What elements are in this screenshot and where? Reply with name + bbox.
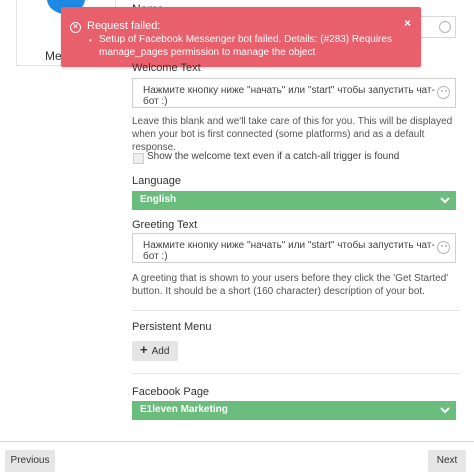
previous-button[interactable]: Previous: [5, 450, 55, 472]
greeting-text-value: Нажмите кнопку ниже "начать" или "start"…: [143, 240, 435, 262]
emoji-icon[interactable]: [437, 86, 450, 99]
chevron-down-icon: [440, 407, 450, 414]
catch-all-checkbox-label: Show the welcome text even if a catch-al…: [147, 151, 400, 162]
close-icon[interactable]: ×: [404, 16, 411, 30]
language-label: Language: [132, 175, 181, 187]
greeting-text-label: Greeting Text: [132, 219, 198, 231]
chevron-down-icon: [440, 197, 450, 204]
facebook-page-select[interactable]: E1leven Marketing: [132, 401, 456, 420]
greeting-text-help: A greeting that is shown to your users b…: [132, 273, 449, 297]
error-icon: ×: [70, 22, 81, 33]
section-divider: [132, 373, 460, 374]
welcome-text-help: Leave this blank and we'll take care of …: [132, 116, 453, 153]
toast-title: Request failed:: [87, 20, 161, 32]
next-button[interactable]: Next: [428, 450, 466, 472]
facebook-page-label: Facebook Page: [132, 386, 210, 398]
section-divider: [132, 310, 460, 311]
toast-message: Setup of Facebook Messenger bot failed. …: [99, 34, 392, 58]
footer-divider: [0, 441, 474, 442]
facebook-page-selected-value: E1leven Marketing: [140, 404, 228, 415]
welcome-text-label: Welcome Text: [132, 62, 201, 74]
emoji-icon[interactable]: [439, 21, 451, 33]
plus-icon: +: [140, 342, 148, 357]
welcome-text-input[interactable]: Нажмите кнопку ниже "начать" или "start"…: [132, 78, 456, 108]
add-menu-button-label: Add: [151, 346, 170, 357]
language-select[interactable]: English: [132, 191, 456, 210]
greeting-text-input[interactable]: Нажмите кнопку ниже "начать" или "start"…: [132, 233, 456, 263]
add-menu-button[interactable]: + Add: [132, 341, 178, 361]
welcome-text-value: Нажмите кнопку ниже "начать" или "start"…: [143, 85, 435, 107]
language-selected-value: English: [140, 194, 177, 205]
error-toast: × Request failed: • Setup of Facebook Me…: [61, 7, 421, 67]
toast-bullet: •: [89, 36, 92, 45]
catch-all-checkbox[interactable]: [133, 153, 144, 164]
persistent-menu-label: Persistent Menu: [132, 321, 212, 333]
emoji-icon[interactable]: [437, 241, 450, 254]
